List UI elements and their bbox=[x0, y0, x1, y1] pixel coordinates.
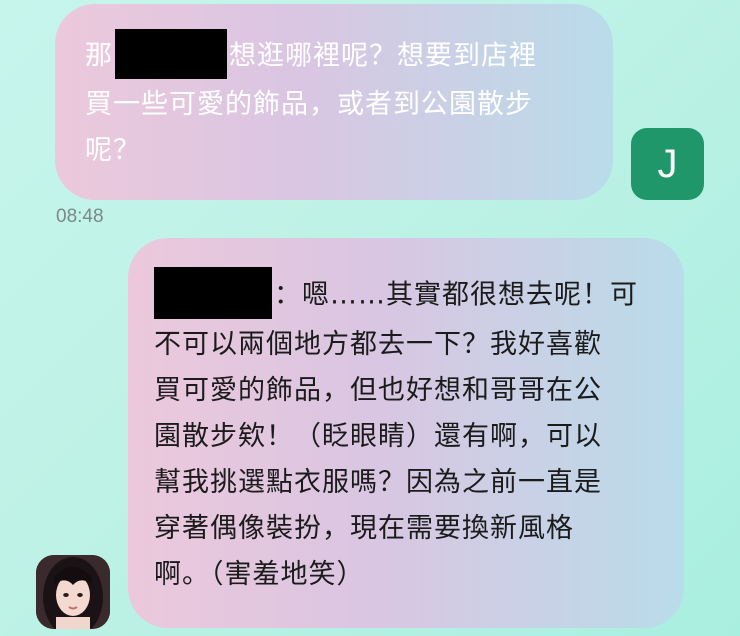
outgoing-message-text: 那想逛哪裡呢？想要到店裡買一些可愛的飾品，或者到公園散步 呢？ bbox=[85, 29, 537, 174]
redacted-name-block bbox=[154, 267, 272, 319]
girl-portrait-avatar-icon[interactable] bbox=[36, 555, 110, 629]
incoming-message-bubble[interactable]: ：嗯……其實都很想去呢！可不可以兩個地方都去一下？我好喜歡 買可愛的飾品，但也好想… bbox=[128, 238, 684, 628]
message-line: 呢？ bbox=[85, 135, 141, 166]
incoming-message-text: ：嗯……其實都很想去呢！可不可以兩個地方都去一下？我好喜歡 買可愛的飾品，但也好想… bbox=[154, 267, 638, 598]
message-timestamp: 08:48 bbox=[56, 206, 104, 227]
user-avatar-j[interactable]: J bbox=[631, 128, 704, 200]
outgoing-message-bubble[interactable]: 那想逛哪裡呢？想要到店裡買一些可愛的飾品，或者到公園散步 呢？ bbox=[55, 4, 613, 200]
message-line: 啊。（害羞地笑） bbox=[154, 559, 365, 590]
message-line: 那想逛哪裡呢？想要到店裡 bbox=[85, 29, 537, 82]
message-line: 穿著偶像裝扮，現在需要換新風格 bbox=[154, 513, 574, 544]
message-line: 園散步欸！（眨眼睛）還有啊，可以 bbox=[154, 421, 602, 452]
message-line: 買可愛的飾品，但也好想和哥哥在公 bbox=[154, 375, 602, 406]
message-line: ：嗯……其實都很想去呢！可 bbox=[154, 267, 638, 322]
message-line: 買一些可愛的飾品，或者到公園散步 bbox=[85, 89, 533, 120]
message-line: 幫我挑選點衣服嗎？因為之前一直是 bbox=[154, 467, 602, 498]
avatar-portrait-graphic bbox=[36, 555, 110, 629]
redacted-name-block bbox=[115, 29, 227, 79]
message-line: 不可以兩個地方都去一下？我好喜歡 bbox=[154, 329, 602, 360]
